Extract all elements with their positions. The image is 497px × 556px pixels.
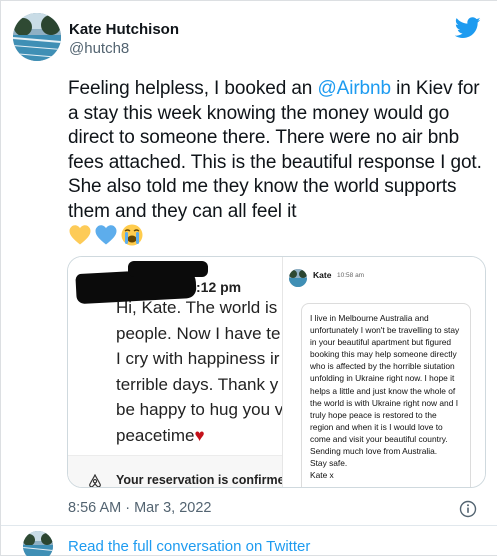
divider [1,525,497,526]
guest-message-text: I live in Melbourne Australia and unfort… [310,313,460,481]
user-display-name[interactable]: Kate Hutchison [69,21,179,39]
host-message-line: terrible days. Thank y [116,374,279,394]
airbnb-logo-icon [89,474,101,487]
guest-message-screenshot: Kate 10:58 am I live in Melbourne Austra… [282,257,485,487]
avatar [23,531,53,556]
tweet-image[interactable]: :12 pm Hi, Kate. The world is r people. … [67,256,486,488]
sender-name: Kate [313,270,332,280]
host-message-line: peacetime♥ [116,425,205,445]
yellow-heart-icon [69,225,91,245]
host-message-line: people. Now I have te [116,323,281,343]
sender-time: 10:58 am [337,272,365,279]
user-handle[interactable]: @hutch8 [69,40,129,58]
tweet-text-part: in Kiev for a stay this week knowing the… [68,78,482,222]
tweet-card: Kate Hutchison @hutch8 Feeling helpless,… [0,0,497,556]
loudly-crying-face-icon [121,224,143,246]
twitter-bird-icon[interactable] [455,17,481,39]
read-full-conversation-link[interactable]: Read the full conversation on Twitter [68,538,310,555]
host-message-line: be happy to hug you v [116,400,284,419]
airbnb-mention-link[interactable]: @Airbnb [317,78,391,99]
avatar [289,269,307,287]
message-time: :12 pm [196,279,242,295]
emoji-row [68,223,144,247]
tweet-timestamp[interactable]: 8:56 AM · Mar 3, 2022 [68,500,211,516]
host-message-line: I cry with happiness ir [116,349,280,368]
tweet-text-part: Feeling helpless, I booked an [68,78,318,99]
avatar[interactable] [13,13,61,61]
info-icon[interactable] [459,500,477,518]
airbnb-message-screenshot: :12 pm Hi, Kate. The world is r people. … [68,257,286,487]
host-message-line: Hi, Kate. The world is r [116,298,286,317]
red-heart-icon: ♥ [194,425,205,445]
tweet-text: Feeling helpless, I booked an @Airbnb in… [68,77,486,224]
host-message: Hi, Kate. The world is r people. Now I h… [116,295,286,448]
reservation-confirmed-text: Your reservation is confirme [116,473,282,487]
guest-message-bubble: I live in Melbourne Australia and unfort… [301,303,471,487]
redaction-scribble [128,261,208,277]
blue-heart-icon [95,225,117,245]
